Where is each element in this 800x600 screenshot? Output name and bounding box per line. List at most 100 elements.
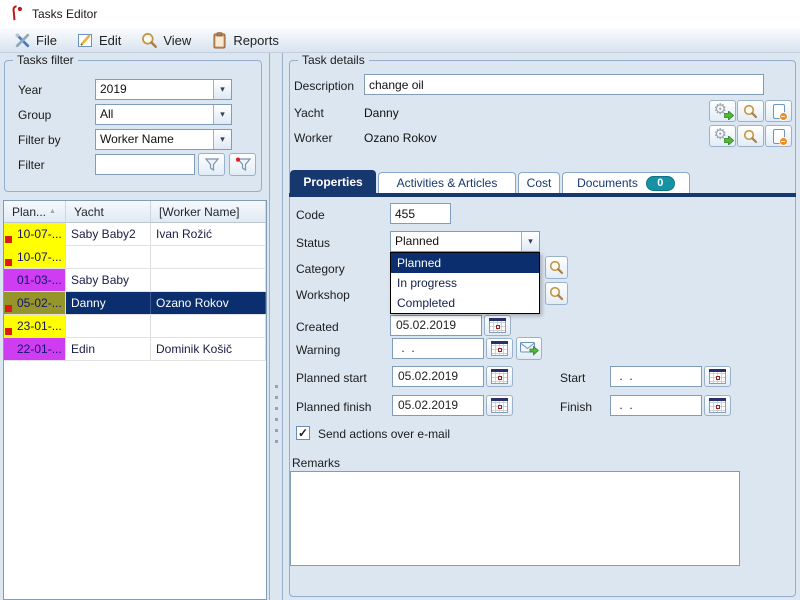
description-input[interactable] [364,74,764,95]
menu-bar: File Edit View Reports [0,28,800,53]
created-calendar-button[interactable] [484,315,511,336]
code-label: Code [296,208,325,222]
planned-finish-calendar-button[interactable] [486,395,513,416]
overdue-marker [5,259,12,266]
status-value: Planned [395,232,439,251]
status-option-completed[interactable]: Completed [391,293,539,313]
clear-filter-button[interactable] [229,153,256,176]
yacht-search-button[interactable] [737,100,764,122]
planned-start-date-field[interactable]: 05.02.2019 [392,366,484,387]
gear-forward-icon: ⚙ [714,127,732,145]
year-combo[interactable]: 2019 ▾ [95,79,232,100]
edit-icon [77,32,94,49]
tools-icon [14,32,31,49]
filter-by-combo[interactable]: Worker Name ▾ [95,129,232,150]
table-header: Plan... ▲ Yacht [Worker Name] [4,201,266,223]
yacht-value: Danny [364,106,399,120]
planned-start-calendar-button[interactable] [486,366,513,387]
tab-activities-articles[interactable]: Activities & Articles [378,172,516,193]
warning-label: Warning [296,343,340,357]
calendar-icon [709,369,726,384]
apply-filter-button[interactable] [198,153,225,176]
envelope-forward-icon [520,342,539,356]
planned-start-label: Planned start [296,371,367,385]
group-label: Group [18,108,51,122]
table-row[interactable]: 22-01-... Edin Dominik Košič [4,338,266,361]
status-option-planned[interactable]: Planned [391,253,539,273]
workshop-search-button[interactable] [545,282,568,305]
group-combo[interactable]: All ▾ [95,104,232,125]
worker-clear-button[interactable]: − [765,125,792,147]
table-row-selected[interactable]: 05-02-... Danny Ozano Rokov [4,292,266,315]
worker-search-button[interactable] [737,125,764,147]
calendar-icon [491,369,508,384]
tab-cost[interactable]: Cost [518,172,560,193]
finish-date-field[interactable]: . . [610,395,702,416]
column-header-yacht[interactable]: Yacht [66,201,151,222]
column-header-worker[interactable]: [Worker Name] [151,201,266,222]
planned-finish-label: Planned finish [296,400,371,414]
send-warning-email-button[interactable] [516,337,542,360]
menu-reports[interactable]: Reports [205,30,285,51]
overdue-marker [5,236,12,243]
tasks-editor-window: Tasks Editor File Edit View [0,0,800,600]
tasks-table: Plan... ▲ Yacht [Worker Name] 10-07-... … [3,200,267,600]
menu-edit[interactable]: Edit [71,30,127,51]
yacht-label: Yacht [294,106,324,120]
worker-label: Worker [294,131,332,145]
column-header-planned[interactable]: Plan... ▲ [4,201,66,222]
table-row[interactable]: 01-03-... Saby Baby [4,269,266,292]
chevron-down-icon[interactable]: ▾ [213,130,231,149]
filter-input[interactable] [95,154,195,175]
warning-calendar-button[interactable] [486,338,513,359]
yacht-assign-button[interactable]: ⚙ [709,100,736,122]
created-date-field[interactable]: 05.02.2019 [390,315,482,336]
clipboard-icon [211,32,228,49]
chevron-down-icon[interactable]: ▾ [521,232,539,251]
document-remove-icon: − [773,129,785,144]
created-label: Created [296,320,339,334]
menu-file[interactable]: File [8,30,63,51]
category-search-button[interactable] [545,256,568,279]
filter-label: Filter [18,158,45,172]
send-email-checkbox[interactable]: ✓ [296,426,310,440]
menu-view[interactable]: View [135,30,197,51]
panel-splitter[interactable] [269,53,283,600]
start-label: Start [560,371,585,385]
code-input[interactable] [390,203,451,224]
chevron-down-icon[interactable]: ▾ [213,80,231,99]
tab-underline [289,193,796,197]
yacht-clear-button[interactable]: − [765,100,792,122]
search-icon [549,286,564,301]
funnel-clear-icon [235,157,251,172]
remarks-textarea[interactable] [290,471,740,566]
app-icon [8,4,24,24]
document-remove-icon: − [773,104,785,119]
table-row[interactable]: 23-01-... [4,315,266,338]
search-icon [549,260,564,275]
warning-date-field[interactable]: . . [392,338,484,359]
tab-documents[interactable]: Documents 0 [562,172,690,193]
table-row[interactable]: 10-07-... [4,246,266,269]
status-option-in-progress[interactable]: In progress [391,273,539,293]
task-details-title: Task details [298,53,369,67]
send-email-label: Send actions over e-mail [318,427,450,441]
start-calendar-button[interactable] [704,366,731,387]
menu-view-label: View [163,33,191,48]
planned-finish-date-field[interactable]: 05.02.2019 [392,395,484,416]
finish-calendar-button[interactable] [704,395,731,416]
title-bar: Tasks Editor [0,0,800,28]
tab-properties[interactable]: Properties [290,170,376,193]
tasks-filter-title: Tasks filter [13,53,78,67]
chevron-down-icon[interactable]: ▾ [213,105,231,124]
sort-asc-icon: ▲ [49,208,56,215]
worker-assign-button[interactable]: ⚙ [709,125,736,147]
table-row[interactable]: 10-07-... Saby Baby2 Ivan Rožić [4,223,266,246]
search-icon [743,104,758,119]
check-icon: ✓ [298,426,308,440]
gear-forward-icon: ⚙ [714,102,732,120]
year-label: Year [18,83,42,97]
search-icon [743,129,758,144]
status-combo[interactable]: Planned ▾ [390,231,540,252]
start-date-field[interactable]: . . [610,366,702,387]
